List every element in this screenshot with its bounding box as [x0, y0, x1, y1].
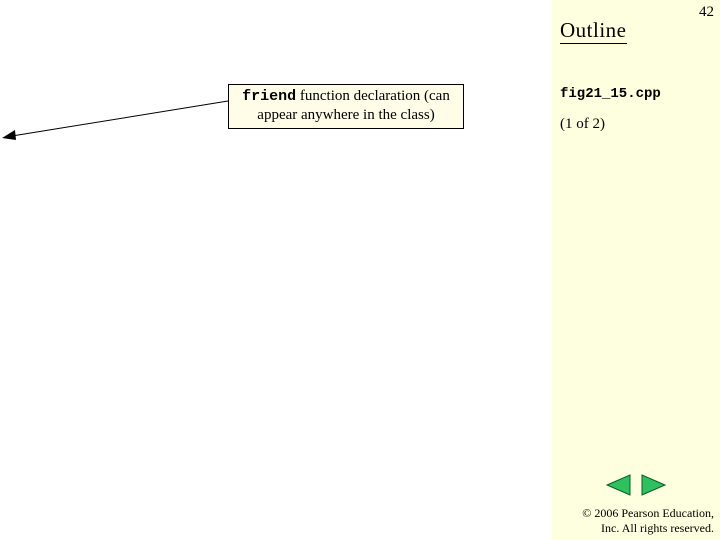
outline-title: Outline — [560, 18, 627, 44]
slide: 42 Outline fig21_15.cpp (1 of 2) © 2006 … — [0, 0, 720, 540]
callout-line-1: friend function declaration (can — [235, 87, 457, 106]
right-panel: 42 Outline fig21_15.cpp (1 of 2) © 2006 … — [552, 0, 720, 540]
callout-box: friend function declaration (can appear … — [228, 84, 464, 129]
callout-line1-rest: function declaration (can — [296, 88, 450, 104]
callout-keyword: friend — [242, 88, 296, 105]
file-name-label: fig21_15.cpp — [560, 86, 661, 102]
page-number: 42 — [699, 4, 714, 21]
nav-controls — [605, 474, 667, 496]
callout-line-2: appear anywhere in the class) — [235, 106, 457, 124]
next-icon[interactable] — [641, 474, 667, 496]
callout-arrow-icon — [0, 88, 230, 148]
copyright-text: © 2006 Pearson Education, Inc. All right… — [552, 506, 714, 536]
part-label: (1 of 2) — [560, 116, 605, 133]
prev-icon[interactable] — [605, 474, 631, 496]
